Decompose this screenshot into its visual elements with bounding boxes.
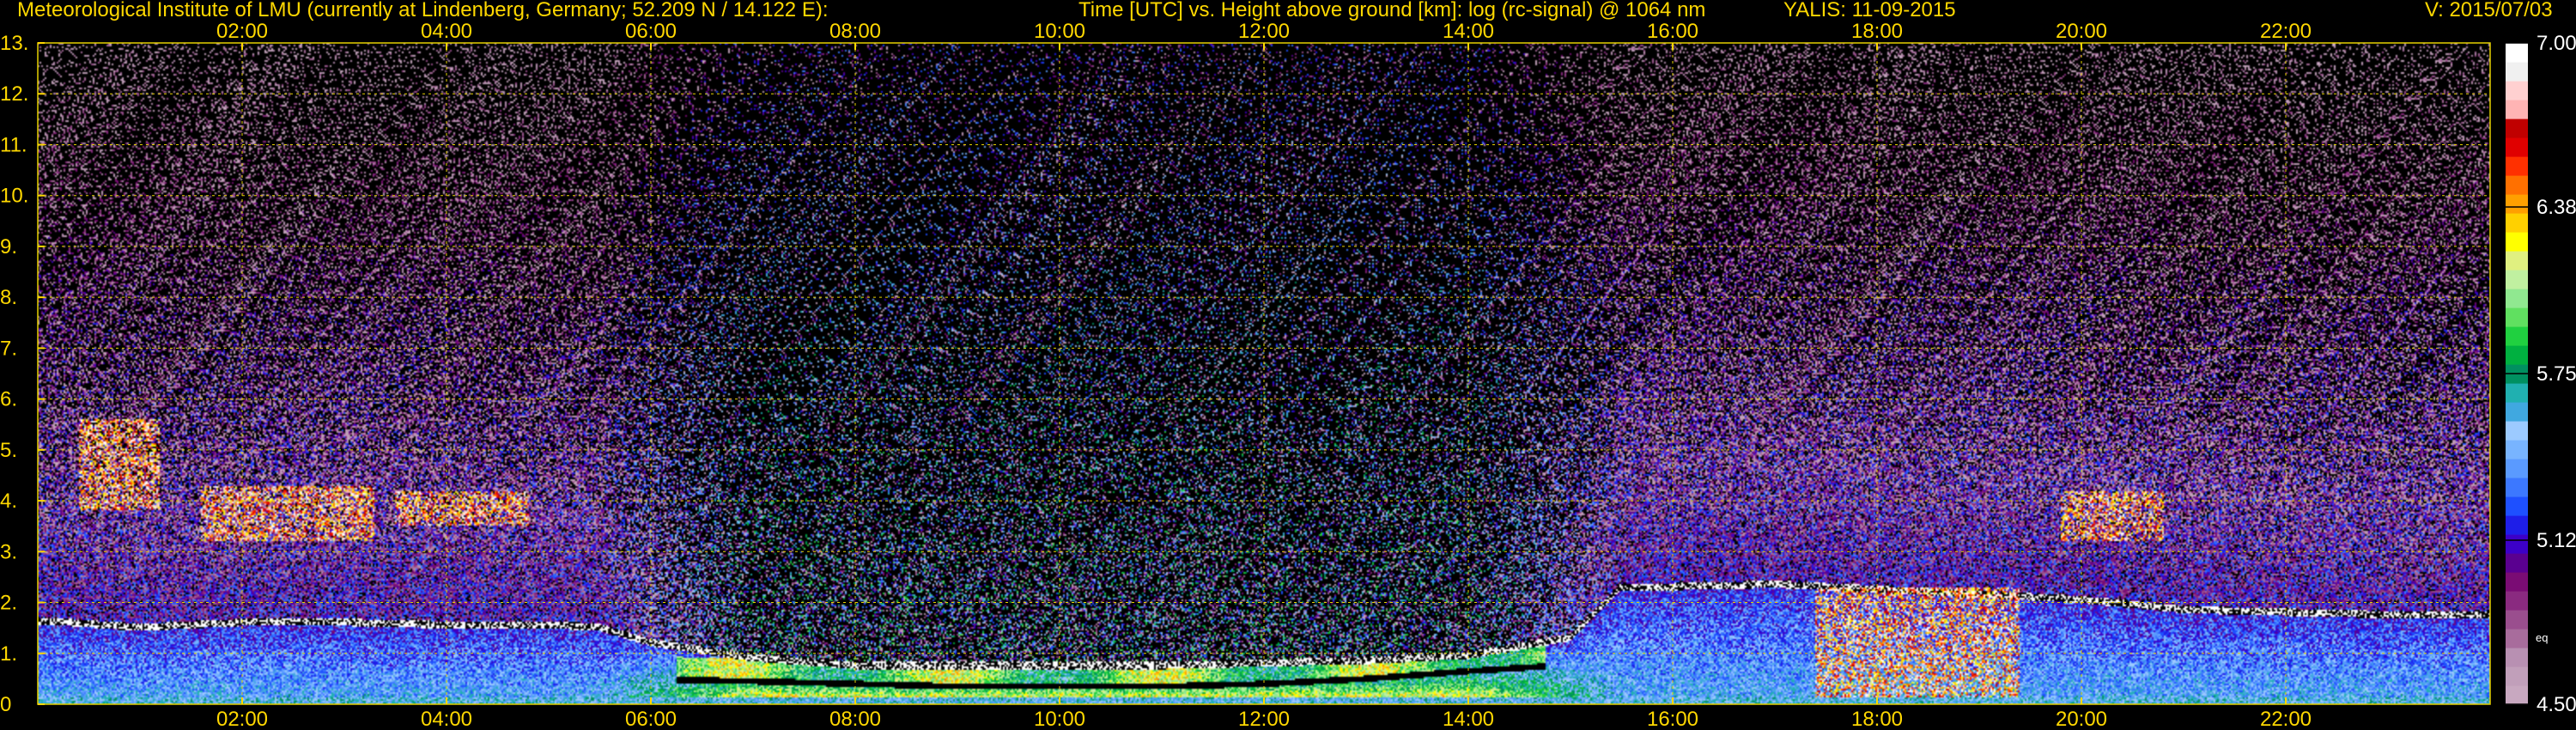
institute-label: Meteorological Institute of LMU (current… — [17, 0, 829, 21]
x-top-tick-label: 08:00 — [829, 20, 881, 43]
lidar-figure: 02:00 04:00 06:00 08:00 10:00 12:00 14:00 16:00… — [0, 0, 2576, 730]
x-bottom-tick-label: 16:00 — [1647, 708, 1698, 730]
colorbar-swatch — [2506, 383, 2528, 403]
colorbar-swatch — [2506, 289, 2528, 308]
colorbar-swatch — [2506, 402, 2528, 422]
colorbar-swatch — [2506, 515, 2528, 535]
x-bottom-tick-label: 12:00 — [1238, 708, 1290, 730]
colorbar-tick-label: 4.50 — [2537, 693, 2576, 716]
x-top-tick-label: 10:00 — [1034, 20, 1085, 43]
colorbar-swatch — [2506, 307, 2528, 327]
colorbar-swatch — [2506, 629, 2528, 648]
colorbar-swatch — [2506, 213, 2528, 233]
colorbar-swatch — [2506, 175, 2528, 195]
x-bottom-tick-label: 22:00 — [2260, 708, 2312, 730]
y-tick-label: 7. — [0, 337, 17, 360]
y-tick-label: 6. — [0, 388, 17, 411]
colorbar-swatch — [2506, 553, 2528, 573]
colorbar-swatch — [2506, 251, 2528, 271]
colorbar-swatch — [2506, 100, 2528, 119]
x-bottom-tick-label: 10:00 — [1034, 708, 1085, 730]
colorbar-swatch — [2506, 156, 2528, 176]
colorbar-tick-label: 7.00 — [2537, 32, 2576, 55]
y-tick-label: 11. — [0, 133, 27, 156]
colorbar-tick-label: 6.38 — [2537, 196, 2576, 219]
colorbar-small-label: eq — [2536, 631, 2548, 644]
colorbar-swatch — [2506, 43, 2528, 63]
colorbar-swatch — [2506, 232, 2528, 252]
x-bottom-tick-label: 06:00 — [625, 708, 677, 730]
colorbar-swatch — [2506, 345, 2528, 365]
x-bottom-tick-label: 08:00 — [829, 708, 881, 730]
colorbar-swatch — [2506, 591, 2528, 611]
x-top-tick-label: 06:00 — [625, 20, 677, 43]
y-tick-label: 1. — [0, 642, 17, 666]
x-top-tick-label: 20:00 — [2056, 20, 2107, 43]
colorbar-swatch — [2506, 440, 2528, 459]
colorbar-swatch — [2506, 459, 2528, 478]
colorbar-swatch — [2506, 119, 2528, 138]
y-tick-label: 3. — [0, 540, 17, 563]
y-tick-label: 5. — [0, 439, 17, 462]
colorbar-swatch — [2506, 137, 2528, 157]
colorbar-swatch — [2506, 194, 2528, 214]
colorbar-swatch — [2506, 270, 2528, 289]
colorbar-swatch — [2506, 666, 2528, 686]
colorbar-swatch — [2506, 496, 2528, 516]
y-tick-label: 13. — [0, 32, 28, 55]
y-tick-label: 2. — [0, 592, 17, 615]
y-tick-label: 9. — [0, 235, 17, 259]
x-top-tick-label: 02:00 — [216, 20, 268, 43]
x-bottom-tick-label: 02:00 — [216, 708, 268, 730]
x-top-tick-label: 14:00 — [1443, 20, 1494, 43]
colorbar-tick-label: 5.12 — [2537, 529, 2576, 552]
x-bottom-tick-label: 18:00 — [1851, 708, 1903, 730]
colorbar-swatch — [2506, 421, 2528, 441]
instrument-date: YALIS: 11-09-2015 — [1783, 0, 1956, 21]
colorbar-swatch — [2506, 62, 2528, 82]
colorbar-swatch — [2506, 478, 2528, 497]
colorbar-tick-label: 5.75 — [2537, 362, 2576, 386]
x-top-tick-label: 16:00 — [1647, 20, 1698, 43]
plot-title: Time [UTC] vs. Height above ground [km]:… — [1078, 0, 1706, 21]
x-top-tick-label: 04:00 — [421, 20, 472, 43]
x-bottom-tick-label: 04:00 — [421, 708, 472, 730]
colorbar-swatch — [2506, 326, 2528, 346]
colorbar-swatch — [2506, 648, 2528, 667]
colorbar-swatch — [2506, 685, 2528, 705]
y-tick-label: 8. — [0, 286, 17, 309]
colorbar-swatch — [2506, 534, 2528, 554]
version-label: V: 2015/07/03 — [2425, 0, 2553, 21]
colorbar-swatch — [2506, 81, 2528, 100]
x-bottom-tick-label: 20:00 — [2056, 708, 2107, 730]
x-top-tick-label: 18:00 — [1851, 20, 1903, 43]
x-bottom-tick-label: 14:00 — [1443, 708, 1494, 730]
y-tick-label: 12. — [0, 82, 28, 106]
y-tick-label: 0 — [0, 693, 11, 716]
x-top-tick-label: 12:00 — [1238, 20, 1290, 43]
x-top-tick-label: 22:00 — [2260, 20, 2312, 43]
colorbar-swatch — [2506, 610, 2528, 630]
colorbar-swatch — [2506, 572, 2528, 592]
y-tick-label: 4. — [0, 490, 17, 513]
y-tick-label: 10. — [0, 185, 28, 208]
